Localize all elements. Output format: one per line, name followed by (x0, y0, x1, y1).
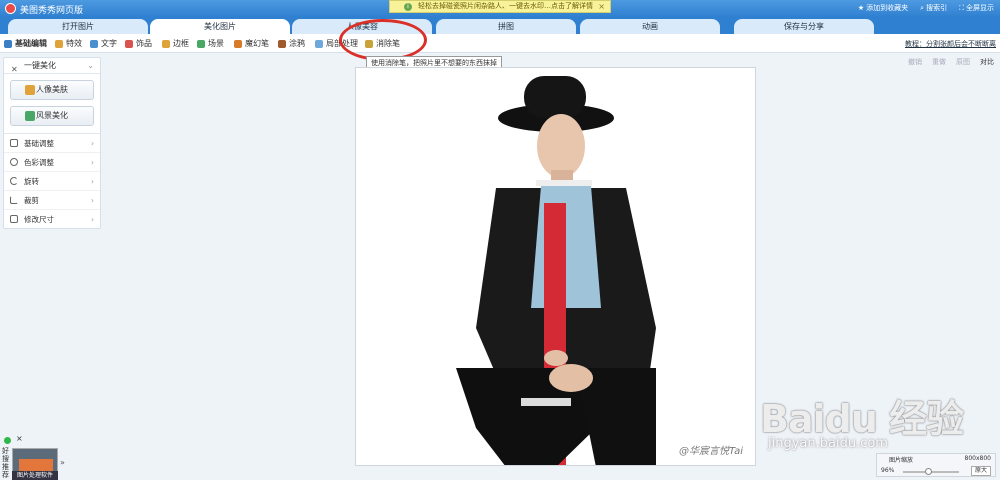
search-icon: ⌕ (920, 3, 925, 12)
adjust-icon (10, 139, 18, 147)
zoom-percent: 96% (881, 467, 895, 474)
effects-icon (55, 39, 63, 48)
landscape-icon (25, 111, 35, 121)
ad-widget[interactable]: × 好搜推荐 图片处理软件 » (0, 434, 68, 480)
chevron-right-icon: › (91, 177, 94, 186)
tab-save-share[interactable]: 保存与分享 (734, 19, 874, 34)
tool-magic-pen[interactable]: 魔幻笔 (234, 38, 269, 49)
tool-text[interactable]: 文字 (90, 38, 117, 49)
annotation-circle (339, 19, 427, 61)
crop-icon (10, 196, 18, 204)
top-link-favorite[interactable]: ★ 添加到收藏夹 (858, 3, 908, 13)
sidebar-item-color-adjust[interactable]: 色彩调整 › (4, 153, 100, 172)
chevron-right-icon: › (91, 196, 94, 205)
tab-beautify[interactable]: 美化图片 (150, 19, 290, 34)
compare-button[interactable]: 对比 (980, 57, 994, 67)
app-logo-icon (5, 3, 16, 14)
fullscreen-icon: ⛶ (959, 3, 964, 12)
sidebar-item-rotate[interactable]: 旋转 › (4, 172, 100, 191)
tool-doodle[interactable]: 涂鸦 (278, 38, 305, 49)
info-icon: i (404, 3, 412, 11)
ad-side-text: 好搜推荐 (2, 447, 9, 479)
rotate-icon (10, 177, 18, 185)
portrait-beauty-button[interactable]: 人像美肤 (10, 80, 94, 100)
app-title: 美图秀秀网页版 (20, 6, 84, 16)
star-icon: ★ (857, 4, 865, 12)
edit-tools: 撤销 重做 原图 对比 (908, 57, 994, 67)
sidebar-item-resize[interactable]: 修改尺寸 › (4, 210, 100, 229)
portrait-icon (25, 85, 35, 95)
sidebar-item-crop[interactable]: 裁剪 › (4, 191, 100, 210)
ad-close-icon[interactable]: × (16, 434, 23, 443)
ad-caption: 图片处理软件 (12, 471, 58, 480)
photo-image (356, 68, 755, 465)
main-tabs: 打开图片 美化图片 人像美容 拼图 动画 保存与分享 (0, 17, 1000, 34)
top-links: ★ 添加到收藏夹 ⌕ 搜索引 ⛶ 全屏显示 (858, 3, 994, 13)
chevron-right-icon: › (91, 158, 94, 167)
photo-watermark: @华宸言悦Tai (679, 446, 743, 457)
ad-thumbnail-graphic (19, 459, 53, 471)
tool-toolbar: 基础编辑 特效 文字 饰品 边框 场景 魔幻笔 涂鸦 局部处理 消除笔 教程：分… (0, 34, 1000, 53)
tab-animation[interactable]: 动画 (580, 19, 720, 34)
tool-accessories[interactable]: 饰品 (125, 38, 152, 49)
local-process-icon (315, 39, 323, 48)
image-size: 800x800 (964, 455, 991, 462)
chevron-down-icon: ⌄ (87, 61, 94, 70)
original-size-button[interactable]: 原大 (971, 466, 991, 476)
top-link-fullscreen[interactable]: ⛶ 全屏显示 (959, 3, 994, 13)
magic-wand-icon: ✕ (11, 65, 18, 74)
zoom-slider[interactable] (903, 468, 959, 475)
tool-frame[interactable]: 边框 (162, 38, 189, 49)
tool-scene[interactable]: 场景 (197, 38, 224, 49)
doodle-icon (278, 39, 286, 48)
sidebar-header[interactable]: ✕ 一键美化 ⌄ (4, 58, 100, 74)
baidu-watermark: Baidu 经验 jingyan.baidu.com (760, 370, 1000, 456)
notice-close-icon[interactable]: × (598, 1, 605, 12)
baidu-logo: Baidu 经验 (760, 397, 964, 441)
basic-edit-icon (4, 39, 12, 48)
zoom-panel: 图片缩放 800x800 96% 原大 (876, 453, 996, 477)
zoom-title: 图片缩放 (889, 457, 914, 464)
tab-open-image[interactable]: 打开图片 (8, 19, 148, 34)
accessories-icon (125, 39, 133, 48)
chevron-right-icon: › (91, 139, 94, 148)
baidu-url: jingyan.baidu.com (768, 436, 888, 451)
notice-text: 轻松去掉碰瓷照片闲杂路人、一键去水印…点击了解详情 (418, 2, 593, 10)
frame-icon (162, 39, 170, 48)
tool-effects[interactable]: 特效 (55, 38, 82, 49)
landscape-beauty-button[interactable]: 风景美化 (10, 106, 94, 126)
notice-banner[interactable]: i 轻松去掉碰瓷照片闲杂路人、一键去水印…点击了解详情 × (389, 0, 611, 13)
top-link-search[interactable]: ⌕ 搜索引 (920, 3, 947, 13)
magic-pen-icon (234, 39, 242, 48)
sidebar: ✕ 一键美化 ⌄ 人像美肤 风景美化 基础调整 › 色彩调整 › 旋转 › 裁剪 › 修… (3, 57, 101, 229)
sidebar-item-basic-adjust[interactable]: 基础调整 › (4, 134, 100, 153)
original-button[interactable]: 原图 (956, 57, 970, 67)
resize-icon (10, 215, 18, 223)
scene-icon (197, 39, 205, 48)
double-chevron-right-icon[interactable]: » (60, 458, 65, 467)
zoom-slider-handle[interactable] (924, 468, 932, 475)
tool-basic-edit[interactable]: 基础编辑 (4, 38, 47, 49)
chevron-right-icon: › (91, 215, 94, 224)
tab-collage[interactable]: 拼图 (436, 19, 576, 34)
undo-button[interactable]: 撤销 (908, 57, 922, 67)
photo-canvas[interactable]: @华宸言悦Tai (355, 67, 756, 466)
text-icon (90, 39, 98, 48)
tutorial-link[interactable]: 教程：分割张颜后会不断断离 (905, 39, 996, 49)
color-icon (10, 158, 18, 166)
status-dot-icon (4, 437, 11, 444)
redo-button[interactable]: 重做 (932, 57, 946, 67)
